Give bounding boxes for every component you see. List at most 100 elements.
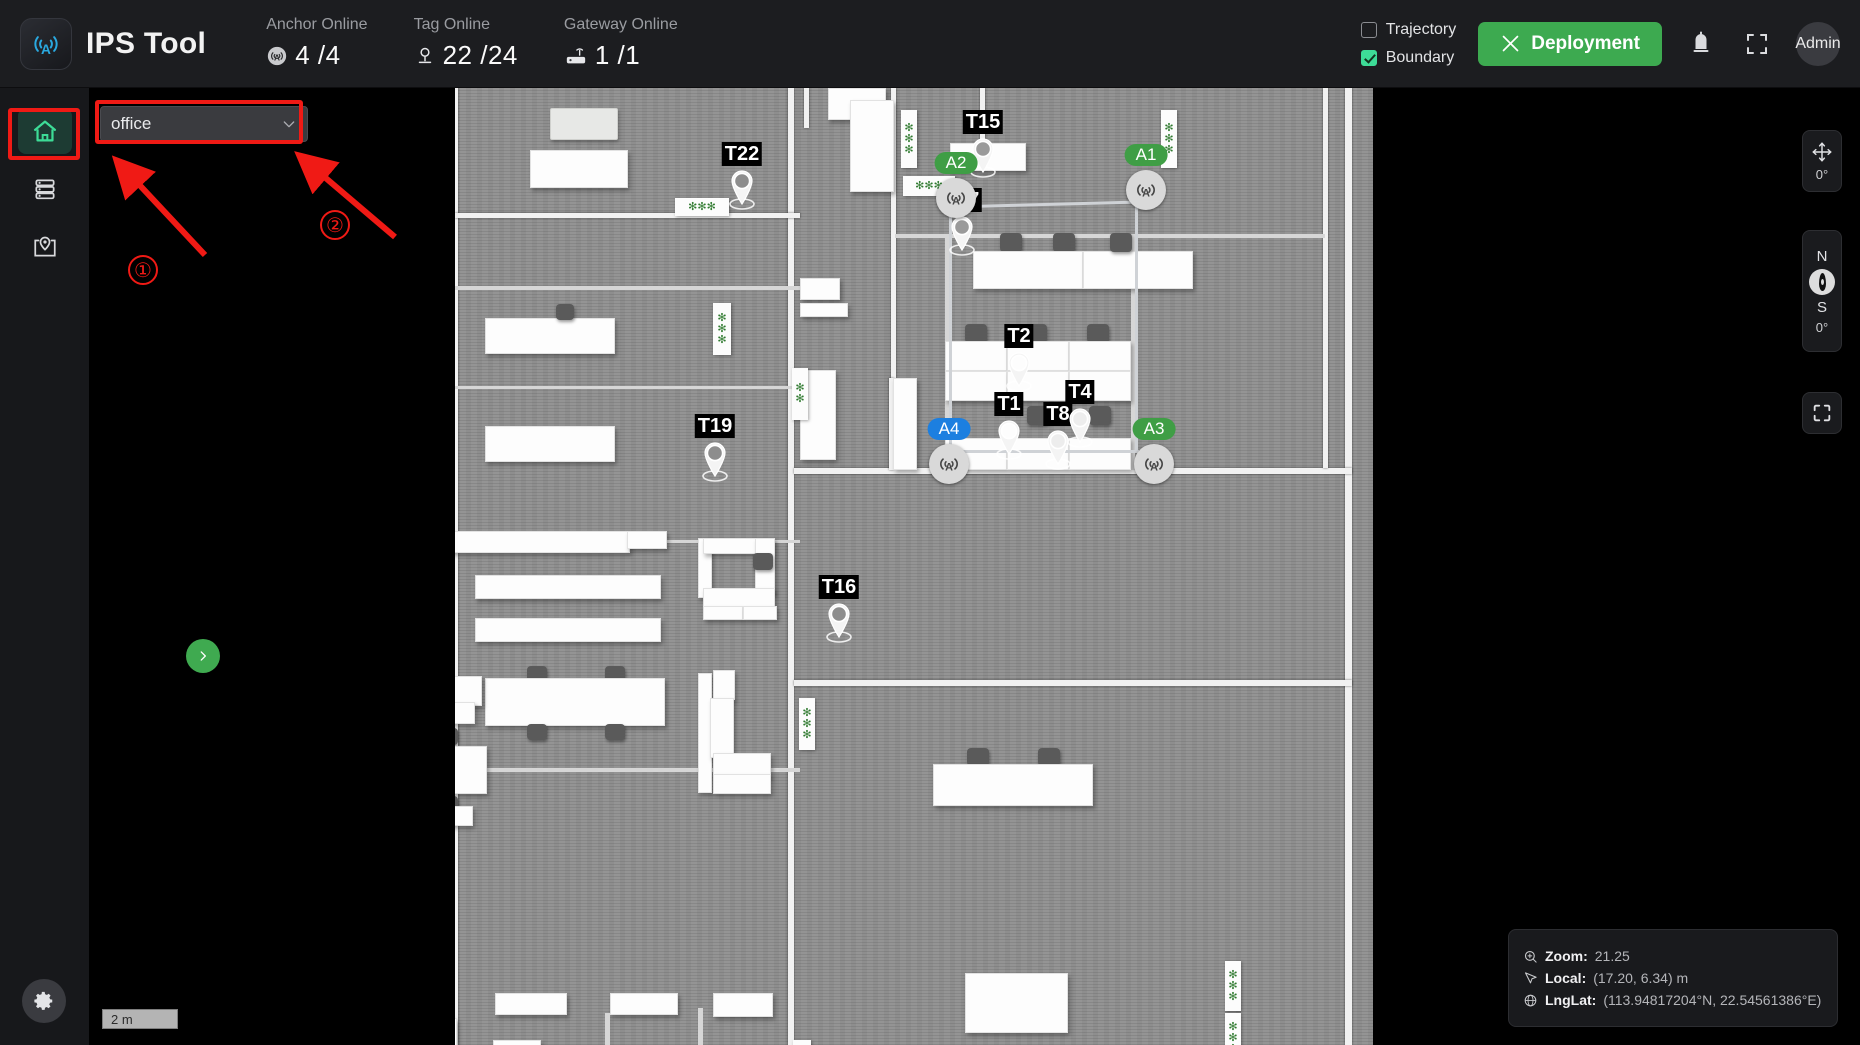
map-pin-icon: [33, 236, 56, 257]
cabinet: [713, 774, 771, 794]
avatar[interactable]: Admin: [1795, 21, 1841, 66]
anchor-marker[interactable]: A2 A: [934, 152, 978, 218]
boundary-checkbox-box[interactable]: [1360, 49, 1377, 66]
map-fullscreen-control[interactable]: [1802, 392, 1842, 434]
anchor-marker[interactable]: A1 A: [1124, 144, 1168, 210]
anchor-marker[interactable]: A3 A: [1132, 418, 1176, 484]
desk: [495, 993, 567, 1015]
cabinet: [710, 698, 734, 758]
info-local-label: Local:: [1545, 970, 1587, 986]
plant-box: ✻✻✻: [793, 1040, 811, 1045]
sidebar-item-home[interactable]: [17, 108, 72, 154]
map-compass-control[interactable]: N S 0°: [1802, 230, 1842, 352]
app-title: IPS Tool: [86, 26, 207, 60]
cabinet: [893, 378, 917, 470]
tag-pin-icon: [729, 170, 755, 210]
stat-gateway-label: Gateway Online: [563, 16, 678, 33]
cabinet: [743, 606, 777, 620]
wall: [804, 88, 809, 128]
left-panel: office: [90, 88, 455, 1045]
desk: [455, 746, 487, 794]
meeting-table: [933, 764, 1093, 806]
stat-anchor-label: Anchor Online: [266, 16, 368, 33]
tag-pin-icon: [826, 603, 852, 643]
plant-box: ✻✻✻: [675, 198, 729, 216]
plant-box: ✻✻: [792, 368, 808, 420]
sidebar-item-map[interactable]: [18, 224, 72, 270]
tag-marker[interactable]: T2: [1004, 324, 1034, 397]
checkbox-trajectory[interactable]: Trajectory: [1360, 20, 1457, 39]
tag-marker[interactable]: T17: [941, 188, 983, 261]
tools-cross-icon: [1502, 35, 1519, 52]
floor-plan-map[interactable]: ✻✻✻ ✻ ✻ ✻ ✻✻✻ ✻ ✻ ✻ ✻ ✻ ✻ ✻ ✻ ✻ ✻ ✻ ✻ ✻ …: [455, 88, 1373, 1045]
boundary-label: Boundary: [1385, 48, 1455, 66]
tag-marker[interactable]: T19: [694, 414, 736, 487]
stat-tag-online: Tag Online 22 /24: [414, 16, 518, 71]
compass-needle-icon: [1809, 268, 1835, 295]
compass-degrees: 0°: [1815, 319, 1829, 335]
site-select-dropdown[interactable]: office: [100, 106, 308, 142]
tag-marker[interactable]: T16: [818, 575, 860, 648]
tag-pin-icon: [1006, 352, 1032, 392]
plant-box: ✻✻✻: [713, 303, 731, 355]
tag-marker[interactable]: T1: [994, 392, 1024, 465]
chair: [527, 724, 547, 740]
tag-label: T2: [1004, 324, 1034, 348]
tag-marker[interactable]: T4: [1065, 380, 1095, 453]
tag-pin-icon: [702, 442, 728, 482]
svg-text:A: A: [952, 196, 960, 208]
globe-icon: [1524, 994, 1537, 1006]
plant-box: ✻✻✻: [1225, 961, 1241, 1011]
workbench: [475, 618, 661, 642]
tag-pin-icon: [996, 420, 1022, 460]
tag-pin-icon: [949, 216, 975, 256]
tag-label: T15: [962, 110, 1004, 134]
anchor-signal-icon: A: [1145, 458, 1163, 474]
panel-expand-button[interactable]: [186, 639, 220, 673]
wall: [794, 680, 1352, 686]
anchor-signal-icon: A: [940, 458, 958, 474]
svg-text:A: A: [1142, 188, 1150, 200]
settings-button[interactable]: [22, 979, 66, 1023]
map-pan-control[interactable]: 0°: [1802, 130, 1842, 192]
expand-frame-icon: [1813, 404, 1831, 422]
checkbox-boundary[interactable]: Boundary: [1360, 48, 1457, 67]
cabinet: [850, 100, 894, 192]
scale-label: 2 m: [111, 1011, 133, 1027]
tag-label: T16: [818, 575, 860, 599]
workstation: [973, 251, 1083, 289]
info-lnglat-value: (113.94817204°N, 22.54561386°E): [1603, 992, 1822, 1008]
zoom-in-icon: [1524, 950, 1537, 963]
anchor-chip: A3: [1132, 418, 1176, 440]
svg-text:A: A: [945, 462, 953, 474]
app-header: A IPS Tool Anchor Online A 4 /4 Tag Onli…: [0, 0, 1860, 88]
plant-box: ✻✻✻: [1225, 1013, 1241, 1045]
workstation: [1083, 251, 1193, 289]
left-rail: [0, 88, 90, 1045]
chevron-down-icon: [283, 121, 295, 128]
stat-tag-value: 22 /24: [442, 40, 518, 70]
app-logo: A: [20, 17, 72, 70]
desk: [485, 318, 615, 354]
signal-tower-icon: A: [34, 35, 58, 57]
cabinet: [713, 670, 735, 700]
desk: [455, 806, 473, 826]
workbench: [455, 531, 630, 553]
desk: [530, 150, 628, 188]
fullscreen-icon[interactable]: [1740, 27, 1774, 61]
anchor-signal-icon: A: [947, 192, 965, 208]
deployment-button[interactable]: Deployment: [1478, 21, 1662, 66]
tag-marker[interactable]: T22: [721, 142, 763, 215]
plant-box: ✻✻✻: [901, 110, 917, 168]
info-row-lnglat: LngLat: (113.94817204°N, 22.54561386°E): [1523, 992, 1823, 1008]
anchor-marker[interactable]: A4 A: [927, 418, 971, 484]
trajectory-checkbox-box[interactable]: [1360, 21, 1377, 38]
info-local-value: (17.20, 6.34) m: [1593, 970, 1689, 986]
desk: [800, 278, 840, 300]
workbench: [627, 531, 667, 549]
deployment-label: Deployment: [1531, 32, 1640, 54]
trajectory-label: Trajectory: [1385, 20, 1457, 38]
tag-pin-icon: [1067, 408, 1093, 448]
sidebar-item-list[interactable]: [18, 166, 72, 212]
alarm-bell-icon[interactable]: [1684, 27, 1718, 61]
